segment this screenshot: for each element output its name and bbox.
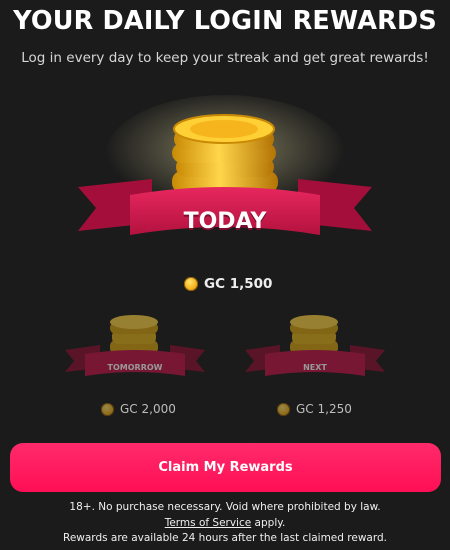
coin-stack-icon [65, 315, 205, 376]
ribbon-label-next: NEXT [303, 363, 327, 372]
gold-coin-icon [184, 277, 198, 291]
footer-terms-line: Terms of Service apply. [0, 516, 450, 532]
footer-disclaimer: 18+. No purchase necessary. Void where p… [69, 501, 381, 513]
gold-coin-icon [277, 402, 290, 416]
terms-of-service-link[interactable]: Terms of Service [165, 517, 252, 529]
coin-stack-icon [245, 315, 385, 376]
page-subtitle: Log in every day to keep your streak and… [21, 50, 429, 66]
reward-amount-today: GC 1,500 [184, 276, 272, 292]
page-title: YOUR DAILY LOGIN REWARDS [13, 6, 437, 36]
gold-coin-icon [101, 402, 114, 416]
reward-today: TODAY [60, 95, 390, 255]
claim-rewards-button[interactable]: Claim My Rewards [10, 443, 441, 492]
ribbon-label-tomorrow: TOMORROW [107, 363, 163, 372]
footer-rewards-note: Rewards are available 24 hours after the… [63, 532, 387, 544]
reward-amount-next: GC 1,250 [277, 402, 352, 416]
reward-tomorrow: TOMORROW [60, 310, 210, 390]
ribbon-label-today: TODAY [183, 209, 267, 234]
footer: 18+. No purchase necessary. Void where p… [0, 500, 450, 547]
reward-next: NEXT [240, 310, 390, 390]
terms-suffix: apply. [251, 516, 286, 529]
reward-amount-tomorrow: GC 2,000 [101, 402, 176, 416]
